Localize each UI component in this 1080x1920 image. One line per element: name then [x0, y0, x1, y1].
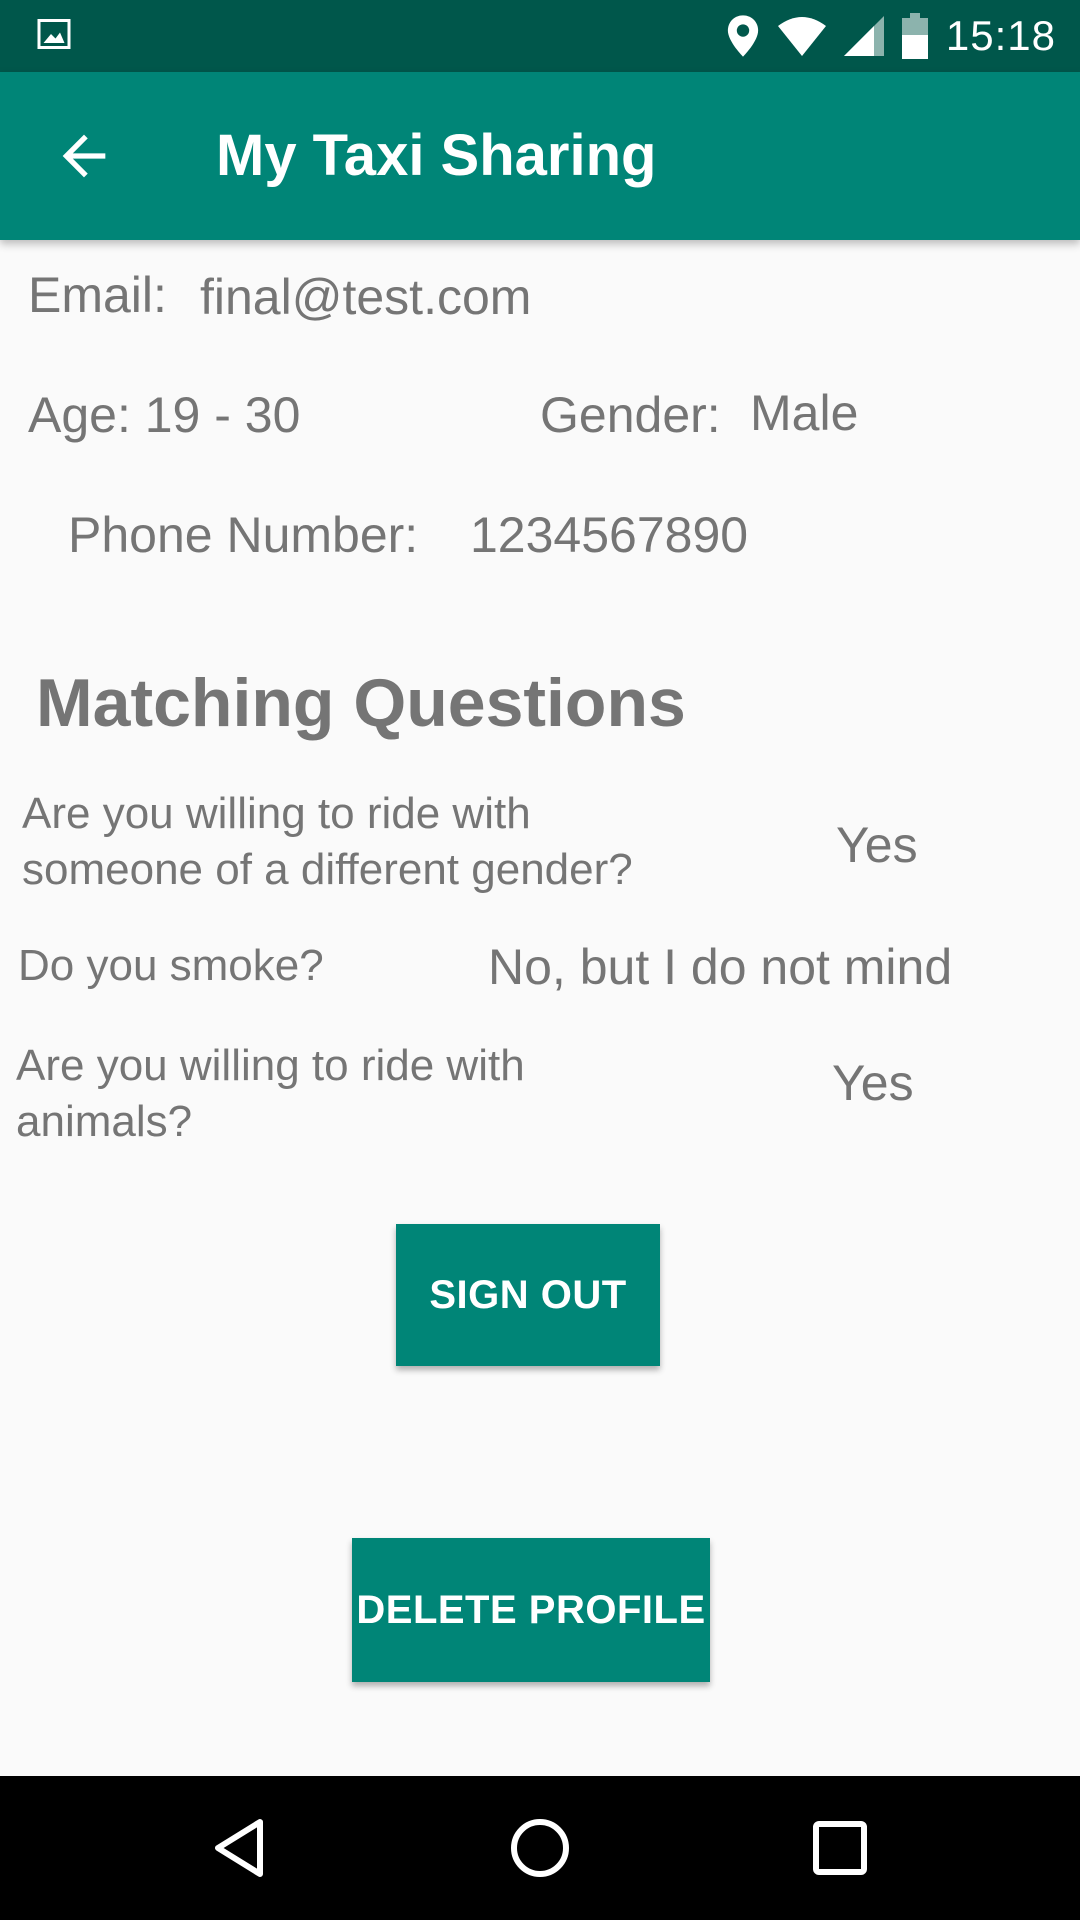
status-bar: 15:18: [0, 0, 1080, 72]
clock: 15:18: [945, 12, 1056, 59]
question-different-gender: Are you willing to ride with someone of …: [22, 789, 633, 894]
sign-out-button[interactable]: SIGN OUT: [396, 1224, 660, 1366]
question-animals: Are you willing to ride with animals?: [16, 1041, 525, 1146]
answer-different-gender: Yes: [836, 817, 918, 873]
gender-label: Gender:: [540, 387, 721, 443]
email-value: final@test.com: [200, 269, 532, 325]
phone-value: 1234567890: [470, 507, 749, 563]
age-value: Age: 19 - 30: [28, 387, 301, 443]
answer-animals: Yes: [832, 1055, 914, 1111]
matching-heading: Matching Questions: [36, 665, 686, 741]
page-title: My Taxi Sharing: [216, 123, 657, 188]
signal-icon: [843, 16, 884, 56]
question-smoke: Do you smoke?: [18, 941, 324, 990]
delete-profile-button[interactable]: DELETE PROFILE: [352, 1538, 710, 1682]
navigation-bar: [0, 1776, 1080, 1920]
arrow-back-icon[interactable]: [52, 124, 116, 188]
image-icon: [37, 19, 71, 49]
email-label: Email:: [28, 267, 167, 323]
phone-label: Phone Number:: [68, 507, 419, 563]
battery-icon: [901, 13, 928, 59]
recents-square-icon[interactable]: [804, 1812, 876, 1884]
home-circle-icon[interactable]: [504, 1812, 576, 1884]
app-bar: My Taxi Sharing: [0, 72, 1080, 240]
gender-value: Male: [750, 385, 859, 441]
wifi-icon: [777, 17, 826, 56]
back-triangle-icon[interactable]: [204, 1812, 276, 1884]
location-icon: [727, 15, 759, 57]
answer-smoke: No, but I do not mind: [488, 939, 953, 995]
